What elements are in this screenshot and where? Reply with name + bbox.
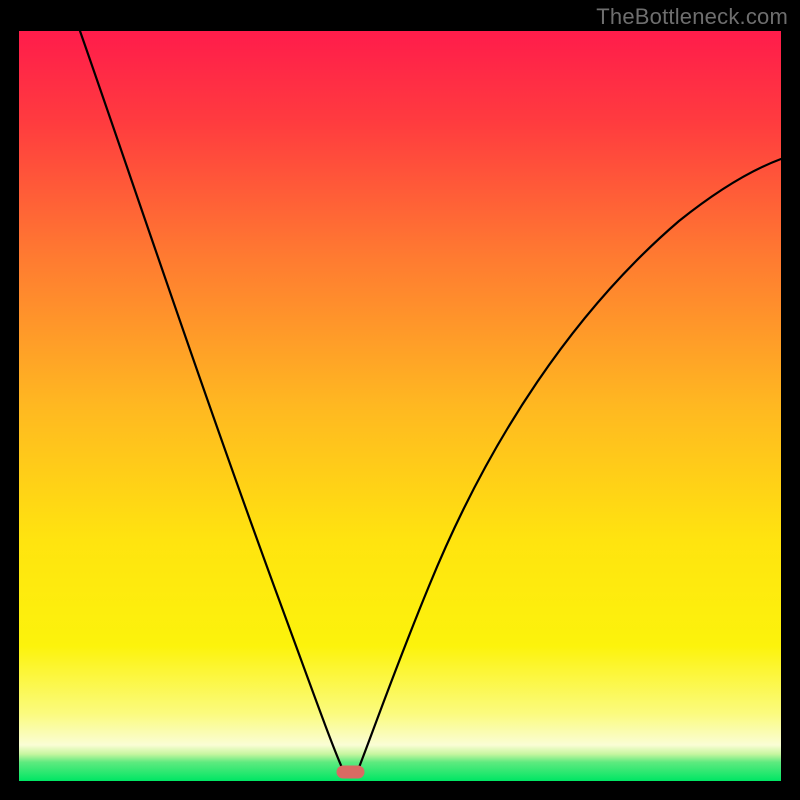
watermark-text: TheBottleneck.com (596, 4, 788, 30)
chart-svg (19, 31, 781, 781)
chart-frame: TheBottleneck.com (0, 0, 800, 800)
plot-area (19, 31, 781, 781)
bottleneck-marker (337, 766, 364, 778)
gradient-background (19, 31, 781, 781)
